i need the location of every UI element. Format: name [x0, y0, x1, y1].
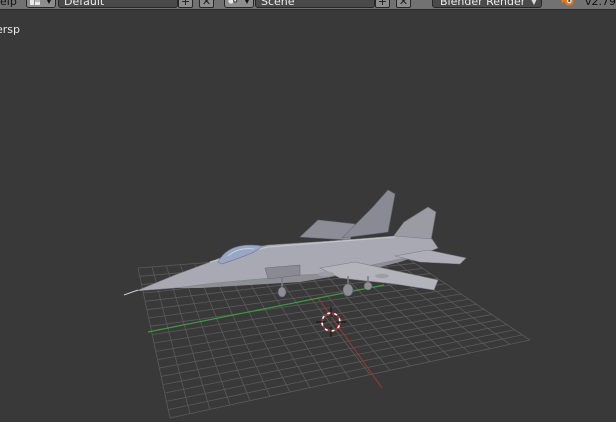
grid-line	[168, 334, 523, 411]
scene-selector[interactable]: ▼	[224, 0, 254, 8]
add-icon: +	[377, 0, 388, 8]
add-layout-button[interactable]: +	[178, 0, 193, 8]
close-icon: ✕	[398, 0, 409, 8]
info-header: elp ▼ Default + ✕ ▼ Scene + ✕ Blender Re…	[0, 0, 616, 10]
blender-logo-icon	[561, 0, 574, 6]
delete-layout-button[interactable]: ✕	[199, 0, 214, 8]
grid-line	[155, 298, 469, 352]
scene-icon	[228, 0, 238, 4]
version-label: v2.79	[585, 0, 616, 8]
help-menu[interactable]: elp	[0, 0, 17, 9]
grid-line	[161, 314, 492, 377]
layout-screen-icon	[30, 0, 40, 5]
dropdown-arrow-icon: ▼	[45, 0, 52, 5]
grid-line	[164, 324, 508, 394]
scene-name-field[interactable]: Scene	[255, 0, 375, 8]
screen-layout-selector[interactable]: ▼	[26, 0, 56, 8]
dropdown-arrow-icon: ▼	[530, 0, 537, 6]
grid-line	[157, 303, 477, 361]
close-icon: ✕	[201, 0, 212, 8]
render-engine-label: Blender Render	[440, 0, 526, 8]
delete-scene-button[interactable]: ✕	[396, 0, 411, 8]
screen-layout-name-field[interactable]: Default	[58, 0, 178, 8]
viewport-scene	[123, 189, 531, 419]
add-scene-button[interactable]: +	[375, 0, 390, 8]
grid-line	[169, 339, 531, 419]
3d-viewport[interactable]: ersp	[0, 10, 616, 422]
jet-aircraft-model[interactable]	[123, 189, 467, 298]
dropdown-arrow-icon: ▼	[243, 0, 250, 5]
render-engine-select[interactable]: Blender Render ▼	[432, 0, 542, 8]
add-icon: +	[180, 0, 191, 8]
